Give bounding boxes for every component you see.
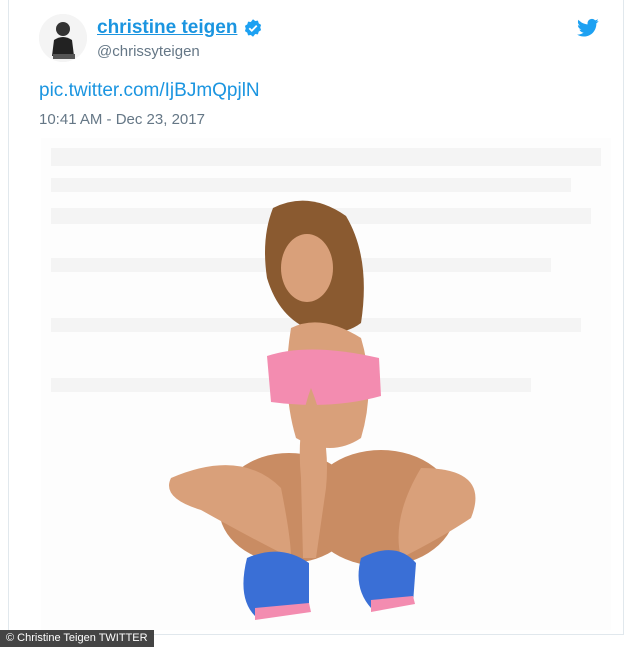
photo-credit-caption: © Christine Teigen TWITTER	[0, 630, 154, 647]
profile-avatar[interactable]	[39, 14, 87, 62]
tweet-card: christine teigen @chrissyteigen pic.twit…	[8, 0, 624, 635]
tweet-timestamp[interactable]: 10:41 AM - Dec 23, 2017	[39, 111, 205, 128]
name-row: christine teigen	[97, 17, 263, 39]
pic-link[interactable]: pic.twitter.com/IjBJmQpjlN	[39, 80, 260, 102]
display-name-link[interactable]: christine teigen	[97, 17, 237, 39]
user-handle[interactable]: @chrissyteigen	[97, 43, 200, 60]
avatar-illustration	[39, 14, 87, 62]
photo-illustration	[51, 148, 601, 620]
tweet-photo[interactable]	[41, 138, 611, 630]
twitter-bird-icon[interactable]	[577, 18, 599, 38]
verified-badge-icon	[245, 19, 262, 37]
